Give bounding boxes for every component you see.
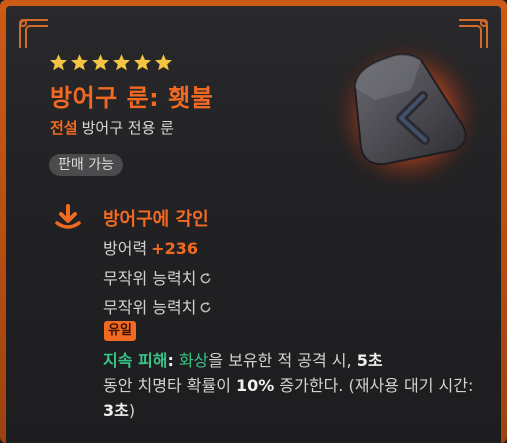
refresh-icon [201, 301, 211, 313]
tradable-badge: 판매 가능 [49, 154, 123, 176]
unique-badge: 유일 [104, 321, 136, 341]
defense-stat-row: 방어력 +236 [103, 235, 198, 259]
effect-duration: 5초 [356, 351, 383, 370]
star-icon [134, 54, 151, 71]
star-rating [49, 53, 173, 72]
corner-ornament-icon [19, 19, 48, 48]
effect-name: 지속 피해 [103, 351, 168, 370]
item-name: 방어구 룬: 횃불 [50, 84, 214, 112]
random-stat-label: 무작위 능력치 [103, 269, 197, 288]
star-icon [71, 54, 88, 71]
star-icon [50, 54, 67, 71]
cooldown-open: (재사용 대기 시간: [348, 376, 474, 395]
download-arrow-icon [55, 204, 81, 229]
stat-value: +236 [151, 239, 198, 258]
star-icon [155, 54, 172, 71]
unique-effect-description: 지속 피해: 화상을 보유한 적 공격 시, 5초 동안 치명타 확률이 10%… [103, 348, 483, 423]
cooldown-close: ) [128, 401, 136, 420]
effect-text-3: 증가한다. [279, 376, 344, 395]
stat-label: 방어력 [103, 239, 148, 258]
random-stat-row: 무작위 능력치 [103, 294, 212, 318]
random-stat-row: 무작위 능력치 [103, 265, 212, 289]
cooldown-value: 3초 [103, 401, 129, 420]
effect-text-2: 동안 치명타 확률이 [103, 376, 231, 395]
refresh-icon [201, 272, 211, 284]
random-stat-label: 무작위 능력치 [103, 298, 197, 317]
star-icon [92, 54, 109, 71]
engrave-title: 방어구에 각인 [103, 209, 209, 230]
crit-bonus: 10% [236, 376, 275, 395]
item-grade: 전설 [50, 119, 78, 137]
star-icon [113, 54, 130, 71]
effect-colon: : [167, 351, 174, 370]
status-name: 화상 [178, 351, 209, 370]
item-grade-type: 전설 방어구 전용 룬 [50, 117, 174, 138]
effect-text-1: 을 보유한 적 공격 시, [208, 351, 352, 370]
item-type: 방어구 전용 룬 [81, 119, 174, 137]
torch-rune-icon [329, 34, 485, 190]
